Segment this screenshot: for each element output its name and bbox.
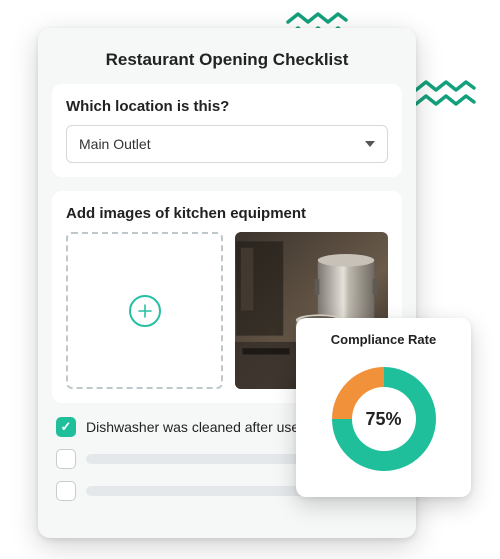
location-select[interactable]: Main Outlet <box>66 125 388 163</box>
compliance-percent-label: 75% <box>324 359 444 479</box>
compliance-donut-chart: 75% <box>324 359 444 479</box>
location-selected-value: Main Outlet <box>79 136 151 152</box>
caret-down-icon <box>365 141 375 147</box>
location-section-title: Which location is this? <box>66 98 388 115</box>
checkbox-unchecked[interactable] <box>56 449 76 469</box>
wave-decoration-icon <box>414 78 476 114</box>
compliance-rate-card: Compliance Rate 75% <box>296 318 471 497</box>
plus-circle-icon <box>129 295 161 327</box>
images-section-title: Add images of kitchen equipment <box>66 205 388 222</box>
checklist-item-label: Dishwasher was cleaned after use <box>86 419 299 435</box>
checkmark-icon: ✓ <box>61 419 72 435</box>
location-section: Which location is this? Main Outlet <box>52 84 402 177</box>
checkbox-checked[interactable]: ✓ <box>56 417 76 437</box>
checkbox-unchecked[interactable] <box>56 481 76 501</box>
card-title: Restaurant Opening Checklist <box>52 42 402 84</box>
compliance-rate-title: Compliance Rate <box>310 332 457 347</box>
image-upload-slot[interactable] <box>66 232 223 389</box>
